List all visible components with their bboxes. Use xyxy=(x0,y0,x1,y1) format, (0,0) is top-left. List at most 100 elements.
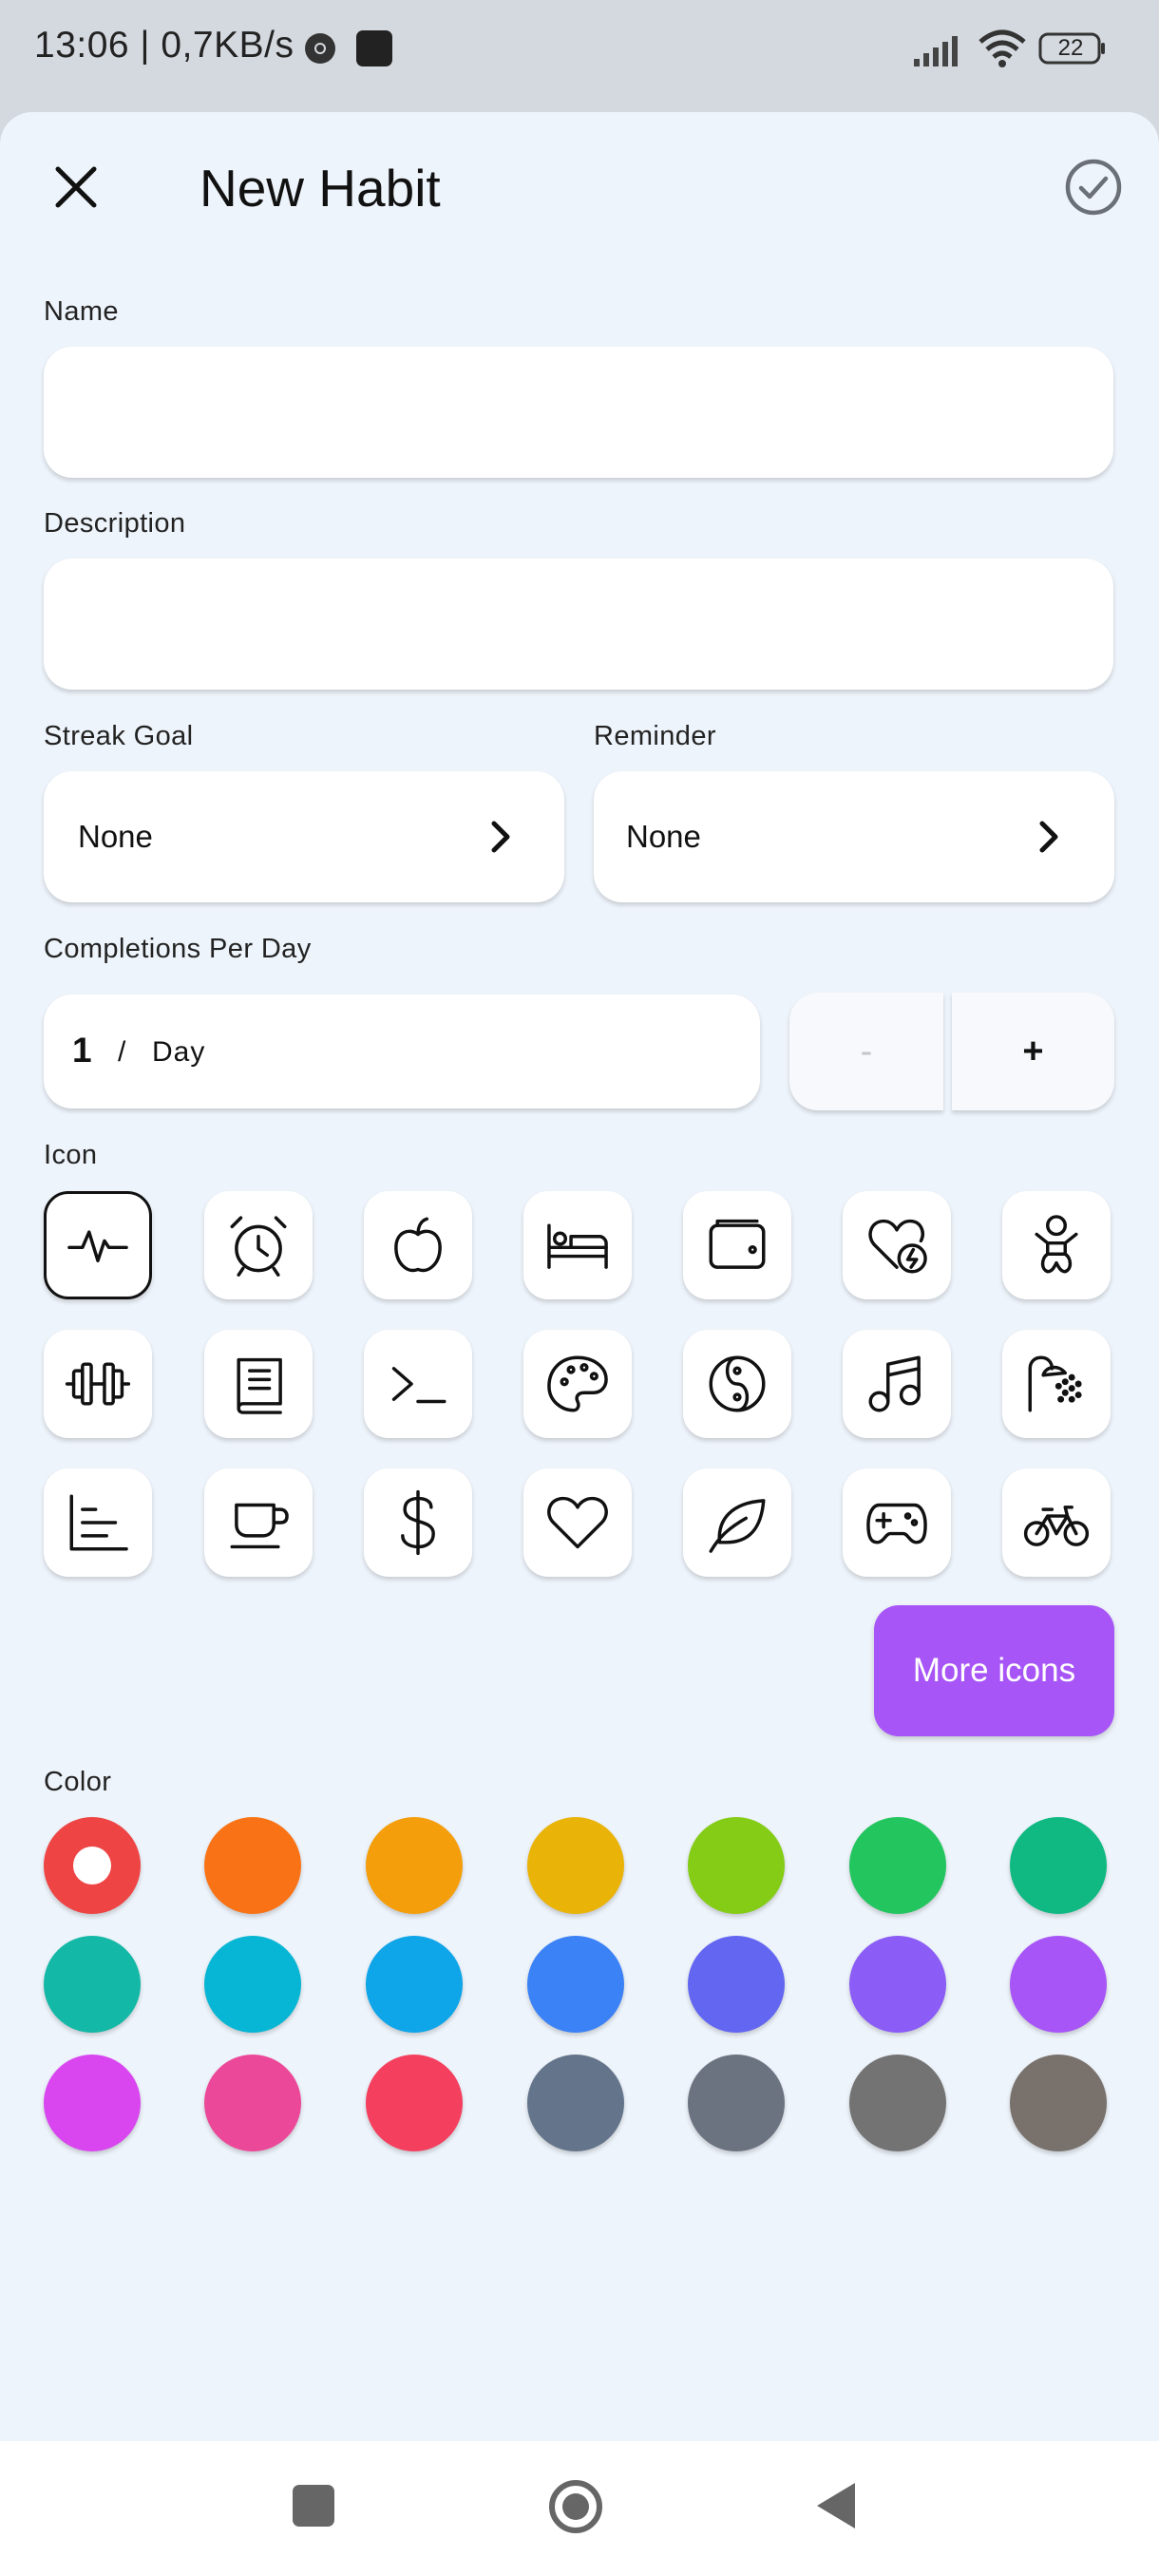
color-swatch[interactable] xyxy=(849,2055,946,2151)
streak-goal-value: None xyxy=(78,819,153,854)
gamepad-icon xyxy=(866,1503,927,1544)
chrome-icon xyxy=(305,33,335,64)
completions-value: 1 xyxy=(72,1031,92,1070)
name-field[interactable] xyxy=(44,347,1113,478)
color-swatch[interactable] xyxy=(527,1936,624,2033)
reminder-value: None xyxy=(626,819,701,854)
icon-label: Icon xyxy=(44,1140,98,1170)
color-swatch[interactable] xyxy=(688,1936,785,2033)
color-swatch[interactable] xyxy=(688,2055,785,2151)
coffee-cup-icon xyxy=(230,1503,289,1549)
chart-icon xyxy=(69,1494,128,1551)
color-swatch[interactable] xyxy=(849,1936,946,2033)
shower-icon xyxy=(1028,1355,1082,1412)
activity-icon xyxy=(67,1230,128,1262)
color-swatch[interactable] xyxy=(44,1817,141,1914)
icon-option-heart-bolt[interactable] xyxy=(843,1191,951,1299)
streak-goal-selector[interactable]: None xyxy=(44,771,564,902)
icon-option-book[interactable] xyxy=(204,1330,313,1438)
color-swatch[interactable] xyxy=(688,1817,785,1914)
color-swatch[interactable] xyxy=(849,1817,946,1914)
wifi-icon xyxy=(978,29,1026,67)
streak-goal-label: Streak Goal xyxy=(44,721,194,751)
icon-option-alarm-clock[interactable] xyxy=(204,1191,313,1299)
more-icons-button[interactable]: More icons xyxy=(874,1605,1114,1736)
icon-option-yin-yang[interactable] xyxy=(683,1330,791,1438)
color-swatch[interactable] xyxy=(204,1936,301,2033)
color-swatch[interactable] xyxy=(366,1936,463,2033)
color-swatch[interactable] xyxy=(44,1936,141,2033)
heart-bolt-icon xyxy=(868,1219,927,1274)
icon-option-heart[interactable] xyxy=(523,1468,632,1577)
status-bar: 13:06 | 0,7KB/s 22 xyxy=(0,0,1159,112)
icon-option-baby[interactable] xyxy=(1002,1191,1111,1299)
completions-unit: Day xyxy=(152,1036,206,1068)
color-swatch[interactable] xyxy=(366,2055,463,2151)
completions-label: Completions Per Day xyxy=(44,934,312,964)
selected-indicator xyxy=(73,1847,111,1885)
music-icon xyxy=(868,1355,921,1412)
icon-option-dumbbell[interactable] xyxy=(44,1330,152,1438)
icon-option-palette[interactable] xyxy=(523,1330,632,1438)
icon-option-chart[interactable] xyxy=(44,1468,152,1577)
apple-icon xyxy=(394,1217,442,1273)
baby-icon xyxy=(1035,1215,1078,1274)
palette-icon xyxy=(547,1355,608,1412)
color-swatch[interactable] xyxy=(1010,1817,1107,1914)
bed-icon xyxy=(547,1223,608,1269)
color-swatch[interactable] xyxy=(204,2055,301,2151)
color-swatch[interactable] xyxy=(1010,2055,1107,2151)
leaf-icon xyxy=(709,1499,766,1553)
yin-yang-icon xyxy=(709,1355,766,1412)
description-label: Description xyxy=(44,508,186,539)
home-button[interactable] xyxy=(547,2478,604,2535)
color-swatch[interactable] xyxy=(366,1817,463,1914)
chevron-right-icon xyxy=(491,821,510,853)
name-label: Name xyxy=(44,296,119,327)
description-field[interactable] xyxy=(44,559,1113,690)
close-icon xyxy=(55,166,97,208)
completions-separator: / xyxy=(118,1036,126,1068)
icon-option-leaf[interactable] xyxy=(683,1468,791,1577)
recents-button[interactable] xyxy=(293,2485,334,2527)
icon-option-bicycle[interactable] xyxy=(1002,1468,1111,1577)
reminder-selector[interactable]: None xyxy=(594,771,1114,902)
icon-option-shower[interactable] xyxy=(1002,1330,1111,1438)
bicycle-icon xyxy=(1023,1506,1090,1546)
icon-option-activity[interactable] xyxy=(44,1191,152,1299)
reminder-label: Reminder xyxy=(594,721,716,751)
icon-option-coffee-cup[interactable] xyxy=(204,1468,313,1577)
color-swatch[interactable] xyxy=(527,1817,624,1914)
color-swatch[interactable] xyxy=(204,1817,301,1914)
color-label: Color xyxy=(44,1767,112,1797)
signal-icon xyxy=(914,36,958,66)
dumbbell-icon xyxy=(65,1362,131,1406)
color-swatch[interactable] xyxy=(527,2055,624,2151)
heart-icon xyxy=(547,1496,608,1549)
close-button[interactable] xyxy=(46,157,106,218)
save-check-icon[interactable] xyxy=(1064,158,1123,217)
icon-option-music[interactable] xyxy=(843,1330,951,1438)
color-swatch[interactable] xyxy=(44,2055,141,2151)
icon-option-terminal[interactable] xyxy=(364,1330,472,1438)
chevron-right-icon xyxy=(1039,821,1058,853)
back-button[interactable] xyxy=(815,2481,857,2530)
completions-field[interactable]: 1 / Day xyxy=(44,994,760,1108)
app-notification-icon xyxy=(356,30,392,66)
icon-option-bed[interactable] xyxy=(523,1191,632,1299)
icon-option-apple[interactable] xyxy=(364,1191,472,1299)
battery-level: 22 xyxy=(1057,35,1084,61)
alarm-clock-icon xyxy=(230,1216,287,1277)
book-icon xyxy=(237,1357,282,1414)
icon-option-gamepad[interactable] xyxy=(843,1468,951,1577)
terminal-icon xyxy=(391,1367,446,1404)
increment-button[interactable]: + xyxy=(952,993,1114,1110)
wallet-icon xyxy=(709,1219,766,1269)
dollar-icon xyxy=(401,1489,435,1556)
icon-option-wallet[interactable] xyxy=(683,1191,791,1299)
page-title: New Habit xyxy=(200,159,441,218)
icon-option-dollar[interactable] xyxy=(364,1468,472,1577)
color-swatch[interactable] xyxy=(1010,1936,1107,2033)
decrement-button[interactable]: - xyxy=(789,993,943,1110)
status-time-speed: 13:06 | 0,7KB/s xyxy=(34,25,294,66)
